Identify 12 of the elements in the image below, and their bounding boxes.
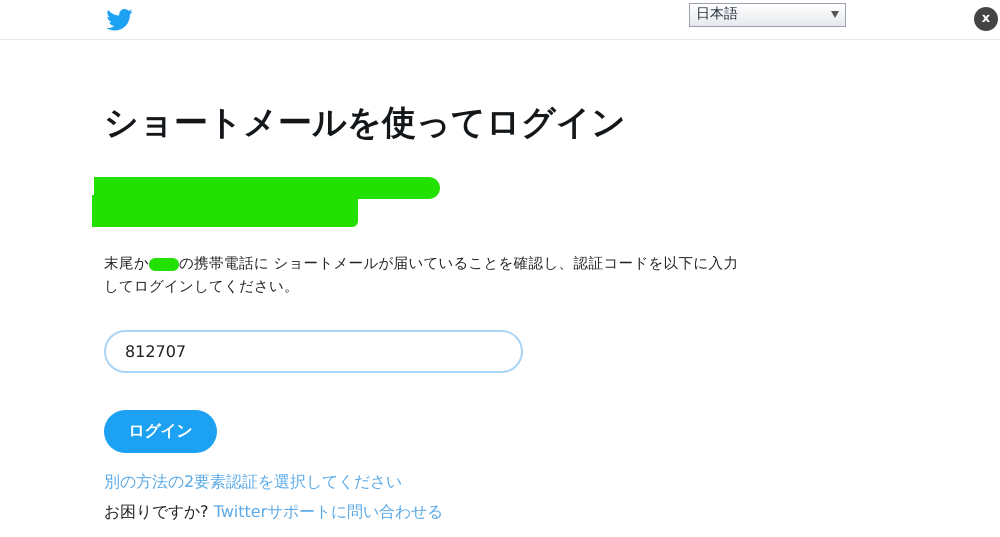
instruction-text: してログインしてください。 [104, 278, 299, 294]
redaction-mark [149, 258, 179, 270]
page-title: ショートメールを使ってログイン [104, 102, 627, 144]
code-field[interactable]: 812707 [104, 330, 523, 372]
bird-logo-icon[interactable] [106, 8, 133, 30]
language-label: 日本語 [696, 5, 738, 24]
help-text: お困りですか? [104, 502, 208, 520]
language-select[interactable]: 日本語 [689, 2, 846, 26]
close-button[interactable]: x [974, 6, 998, 30]
dropdown-arrow-icon [831, 11, 839, 18]
instruction-text: の携帯電話に ショートメールが届いていることを確認し、認証コードを以下に入力 [179, 254, 739, 274]
instruction-text: 末尾か [104, 254, 149, 274]
